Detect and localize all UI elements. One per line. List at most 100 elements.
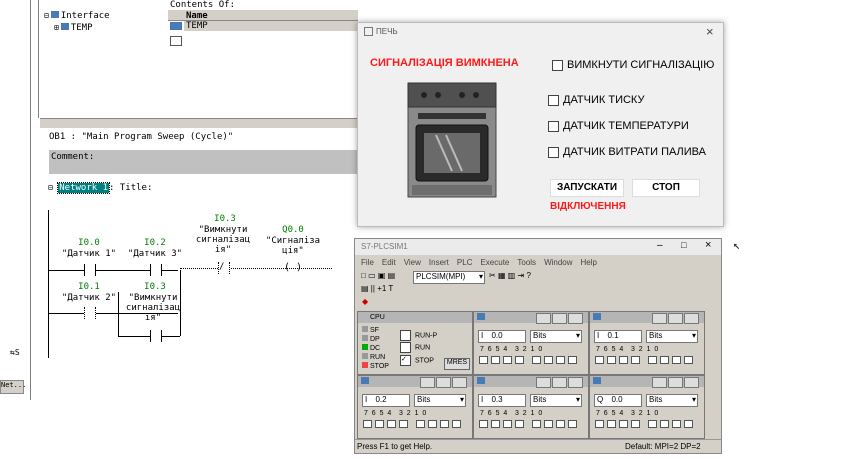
address-field[interactable]: I 0.3 <box>478 394 526 407</box>
stop-checkbox[interactable]: ✓ STOP <box>400 354 437 367</box>
address-field[interactable]: I 0.2 <box>362 394 410 407</box>
menu-edit[interactable]: Edit <box>382 258 396 267</box>
tree-root-item[interactable]: ⊟ Interface <box>44 11 110 21</box>
plcsim-title: S7-PLCSIM1 <box>361 242 408 251</box>
contact-i02[interactable] <box>150 264 162 276</box>
runp-checkbox[interactable]: RUN-P <box>400 330 437 342</box>
pressure-sensor-checkbox[interactable]: ДАТЧИК ТИСКУ <box>548 94 644 106</box>
bit-labels: 7 6 5 4 3 2 1 0 <box>596 410 659 417</box>
scan-icon[interactable]: T <box>388 284 393 293</box>
print-icon[interactable]: ▤ <box>388 271 396 280</box>
input-icon[interactable]: ⇥ <box>518 271 525 280</box>
maximize-icon[interactable] <box>552 313 567 324</box>
stop-button[interactable]: СТОП <box>632 179 700 197</box>
close-button[interactable]: × <box>706 24 714 39</box>
save-icon[interactable]: ▣ <box>378 271 386 280</box>
io-module-4: Q 0.0 Bits ▾ 7 6 5 4 3 2 1 0 <box>589 375 705 439</box>
menu-file[interactable]: File <box>361 258 374 267</box>
contact-i01[interactable] <box>84 307 96 319</box>
menu-help[interactable]: Help <box>581 258 597 267</box>
maximize-icon[interactable] <box>668 313 683 324</box>
network-label[interactable]: Network 1 <box>57 182 111 194</box>
format-select[interactable]: Bits ▾ <box>414 394 466 407</box>
menu-view[interactable]: View <box>404 258 421 267</box>
mpi-select[interactable]: PLCSIM(MPI) ▾ <box>413 271 485 284</box>
menu-plc[interactable]: PLC <box>457 258 473 267</box>
minimize-icon[interactable] <box>536 377 551 388</box>
contact-name-alarm-off: "Вимкнути сигналізац ія" <box>195 225 251 255</box>
menu-insert[interactable]: Insert <box>429 258 449 267</box>
close-icon[interactable] <box>568 377 583 388</box>
temp-row[interactable]: TEMP <box>184 21 358 31</box>
close-icon[interactable] <box>684 377 699 388</box>
menu-window[interactable]: Window <box>544 258 572 267</box>
name-column-header[interactable]: Name <box>186 11 208 21</box>
bit-checkboxes[interactable] <box>479 420 580 430</box>
address-field[interactable]: I 0.1 <box>594 330 642 343</box>
address-field[interactable]: I 0.0 <box>478 330 526 343</box>
format-select[interactable]: Bits ▾ <box>530 394 582 407</box>
contact-i03-no[interactable] <box>150 330 162 342</box>
maximize-icon[interactable] <box>436 377 451 388</box>
format-select[interactable]: Bits ▾ <box>646 394 698 407</box>
io-prefix: Q <box>597 395 604 404</box>
minimize-icon[interactable] <box>420 377 435 388</box>
maximize-icon[interactable] <box>552 377 567 388</box>
pause-icon[interactable]: || <box>371 284 375 293</box>
close-icon[interactable]: × <box>705 239 711 251</box>
open-icon[interactable]: ▭ <box>368 271 376 280</box>
minimize-icon[interactable] <box>536 313 551 324</box>
contact-i00[interactable] <box>84 264 96 276</box>
run-mode-icon[interactable]: ▤ <box>361 284 369 293</box>
close-icon[interactable] <box>684 313 699 324</box>
coil-name-alarm: "Сигналіза ція" <box>265 236 321 256</box>
fuel-sensor-checkbox[interactable]: ДАТЧИК ВИТРАТИ ПАЛИВА <box>548 146 706 158</box>
temperature-sensor-checkbox[interactable]: ДАТЧИК ТЕМПЕРАТУРИ <box>548 120 689 132</box>
alarm-off-checkbox[interactable]: ВИМКНУТИ СИГНАЛІЗАЦІЮ <box>552 59 714 71</box>
minimize-icon[interactable] <box>652 313 667 324</box>
mres-button[interactable]: MRES <box>444 358 470 370</box>
comment-box[interactable]: Comment: <box>49 150 360 174</box>
toolbar: □ ▭ ▣ ▤ <box>361 271 395 283</box>
minimize-icon[interactable]: – <box>657 240 663 251</box>
stove-image <box>402 79 502 199</box>
run-checkbox[interactable]: RUN <box>400 342 437 354</box>
io-module-1: I 0.1 Bits ▾ 7 6 5 4 3 2 1 0 <box>589 311 705 375</box>
bit-checkboxes[interactable] <box>595 420 696 430</box>
cascade-icon[interactable]: ▦ <box>498 271 506 280</box>
alarm-status-label: СИГНАЛІЗАЦІЯ ВИМКНЕНА <box>370 57 519 69</box>
bit-checkboxes[interactable] <box>363 420 464 430</box>
minimize-icon[interactable] <box>652 377 667 388</box>
io-module-3: I 0.3 Bits ▾ 7 6 5 4 3 2 1 0 <box>473 375 589 439</box>
breakpoint-icon[interactable]: ◆ <box>362 297 368 306</box>
contact-name-sensor3: "Датчик 3" <box>127 249 183 259</box>
address-field[interactable]: Q 0.0 <box>594 394 642 407</box>
close-icon[interactable] <box>568 313 583 324</box>
help-icon[interactable]: ? <box>526 271 530 280</box>
contact-i03-nc[interactable]: / <box>218 262 230 274</box>
menu-tools[interactable]: Tools <box>517 258 536 267</box>
checkbox-icon <box>548 94 559 106</box>
bit-checkboxes[interactable] <box>595 356 696 366</box>
new-icon[interactable]: □ <box>361 271 366 280</box>
cut-icon[interactable]: ✂ <box>489 271 496 280</box>
seg-icon: ⇆S <box>10 348 20 357</box>
format-select[interactable]: Bits ▾ <box>530 330 582 343</box>
tree-child-item[interactable]: ⊞ TEMP <box>54 23 93 33</box>
start-button[interactable]: ЗАПУСКАТИ <box>550 179 624 197</box>
dp-led: DP <box>362 335 389 344</box>
coil-addr-q00: Q0.0 <box>282 225 304 235</box>
net-tab[interactable]: Net... <box>0 380 26 394</box>
bit-checkboxes[interactable] <box>479 356 580 366</box>
coil-q00[interactable]: ( ) <box>284 262 302 274</box>
step-icon[interactable]: +1 <box>377 284 386 293</box>
tile-icon[interactable]: ▥ <box>508 271 516 280</box>
maximize-icon[interactable] <box>668 377 683 388</box>
menu-execute[interactable]: Execute <box>480 258 509 267</box>
format-select[interactable]: Bits ▾ <box>646 330 698 343</box>
contact-addr-i03: I0.3 <box>214 214 236 224</box>
new-row-icon <box>170 36 182 46</box>
bit-labels: 7 6 5 4 3 2 1 0 <box>596 346 659 353</box>
maximize-icon[interactable]: □ <box>681 240 686 250</box>
close-icon[interactable] <box>452 377 467 388</box>
